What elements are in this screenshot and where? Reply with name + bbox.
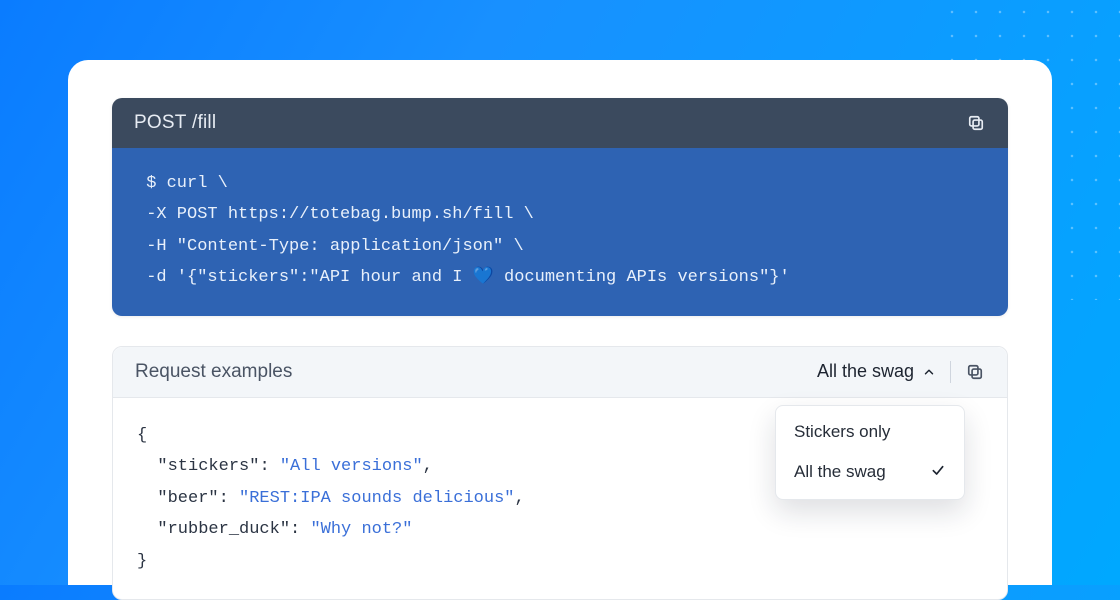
copy-icon — [966, 113, 986, 133]
json-value: REST:IPA sounds delicious — [249, 489, 504, 508]
json-value: All versions — [290, 457, 412, 476]
code-line: -X POST https://totebag.bump.sh/fill \ — [136, 205, 534, 224]
example-selector-dropdown: Stickers only All the swag — [775, 405, 965, 500]
dropdown-item-all-the-swag[interactable]: All the swag — [776, 452, 964, 493]
api-code-body: $ curl \ -X POST https://totebag.bump.sh… — [112, 148, 1008, 316]
copy-icon — [965, 362, 985, 382]
dropdown-item-label: All the swag — [794, 462, 886, 482]
code-line: $ curl \ — [136, 174, 228, 193]
api-card: POST /fill $ curl \ -X POST https://tote… — [112, 98, 1008, 316]
example-selector-label: All the swag — [817, 361, 914, 382]
copy-button[interactable] — [965, 362, 985, 382]
chevron-up-icon — [922, 365, 936, 379]
check-icon — [930, 462, 946, 483]
http-method: POST — [134, 112, 187, 133]
code-line: -d '{"stickers":"API hour and I 💙 docume… — [136, 268, 790, 287]
vertical-divider — [950, 361, 951, 383]
request-examples-header: Request examples All the swag — [113, 347, 1007, 398]
api-title: POST /fill — [134, 112, 216, 134]
http-path: /fill — [192, 112, 216, 133]
code-line: -H "Content-Type: application/json" \ — [136, 237, 524, 256]
doc-panel: POST /fill $ curl \ -X POST https://tote… — [68, 60, 1052, 585]
request-examples-title: Request examples — [135, 361, 292, 383]
json-value: Why not? — [321, 520, 403, 539]
copy-button[interactable] — [966, 113, 986, 133]
dropdown-item-stickers-only[interactable]: Stickers only — [776, 412, 964, 452]
api-header: POST /fill — [112, 98, 1008, 148]
example-selector-toggle[interactable]: All the swag — [817, 361, 936, 382]
dropdown-item-label: Stickers only — [794, 422, 890, 442]
request-examples-controls: All the swag — [817, 361, 985, 383]
request-examples-card: Request examples All the swag { "sti — [112, 346, 1008, 600]
